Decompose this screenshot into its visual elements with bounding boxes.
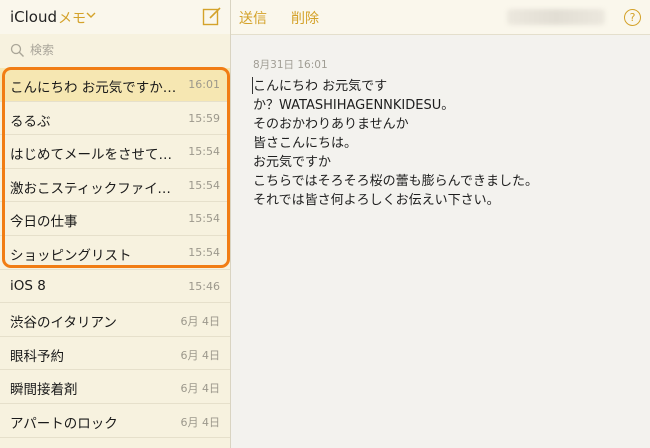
- note-title: アパートのロック: [10, 415, 118, 432]
- note-title: 渋谷のイタリアン: [10, 315, 117, 332]
- note-body-line: それでは皆さ何よろしくお伝えい下さい。: [253, 193, 500, 208]
- chevron-down-icon[interactable]: [86, 10, 96, 20]
- list-item[interactable]: 瞬間接着剤 6月 4日: [0, 370, 230, 404]
- note-toolbar: 送信 削除 ?: [231, 0, 650, 35]
- note-date: 8月31日 16:01: [253, 59, 328, 71]
- note-title: 眼科予約: [10, 348, 64, 365]
- note-body-line: こちらではそろそろ桜の蕾も膨らんできました。: [253, 174, 538, 189]
- help-icon[interactable]: ?: [624, 9, 641, 26]
- note-body-line: 皆さこんにちは。: [253, 136, 358, 151]
- note-time: 15:54: [188, 245, 220, 259]
- list-item[interactable]: iOS 8 15:46: [0, 270, 230, 304]
- note-time: 15:59: [188, 111, 220, 125]
- list-item[interactable]: ショッピングリスト 15:54: [0, 236, 230, 270]
- note-title: はじめてメールをさせて頂…: [10, 147, 178, 164]
- search-icon: [10, 43, 24, 57]
- list-item[interactable]: はじめてメールをさせて頂… 15:54: [0, 135, 230, 169]
- note-body[interactable]: こんにちわ お元気です か？WATASHIHAGENNKIDESU。 そのおかわ…: [253, 77, 538, 210]
- app-switcher-label[interactable]: メモ: [58, 8, 86, 28]
- search-bar: [0, 34, 230, 66]
- note-body-line: そのおかわりありませんか: [253, 117, 409, 132]
- note-title: 瞬間接着剤: [10, 382, 78, 399]
- note-list: こんにちわ お元気ですか… 16:01 るるぶ 15:59 はじめてメールをさせ…: [0, 68, 230, 438]
- note-time: 6月 4日: [180, 382, 221, 396]
- list-item[interactable]: るるぶ 15:59: [0, 102, 230, 136]
- list-item[interactable]: こんにちわ お元気ですか… 16:01: [0, 68, 230, 102]
- note-body-line: こんにちわ お元気です: [253, 79, 388, 94]
- note-time: 15:54: [188, 145, 220, 159]
- sidebar-header: iCloud メモ: [0, 0, 230, 35]
- note-time: 6月 4日: [180, 315, 221, 329]
- note-time: 15:54: [188, 212, 220, 226]
- note-time: 6月 4日: [180, 348, 221, 362]
- sidebar: iCloud メモ こんにちわ お元気ですか… 16:01 るるぶ 15:59 …: [0, 0, 231, 448]
- note-title: 今日の仕事: [10, 214, 78, 231]
- note-time: 16:01: [188, 78, 220, 91]
- blurred-account-name: [507, 9, 605, 25]
- list-item[interactable]: 渋谷のイタリアン 6月 4日: [0, 303, 230, 337]
- send-button[interactable]: 送信: [239, 8, 267, 28]
- list-item[interactable]: 激おこスティックファイナリア… 15:54: [0, 169, 230, 203]
- note-editor[interactable]: 8月31日 16:01 こんにちわ お元気です か？WATASHIHAGENNK…: [231, 35, 650, 448]
- list-item[interactable]: 眼科予約 6月 4日: [0, 337, 230, 371]
- note-time: 15:46: [188, 279, 220, 293]
- note-body-line: か？WATASHIHAGENNKIDESU。: [253, 98, 455, 113]
- list-item[interactable]: アパートのロック 6月 4日: [0, 404, 230, 438]
- note-title: ショッピングリスト: [10, 247, 132, 264]
- compose-icon[interactable]: [202, 6, 222, 26]
- delete-button[interactable]: 削除: [291, 8, 319, 28]
- app-title: iCloud: [10, 8, 58, 26]
- search-input[interactable]: [30, 41, 210, 59]
- note-time: 6月 4日: [180, 415, 221, 429]
- note-title: iOS 8: [10, 277, 46, 294]
- note-body-line: お元気ですか: [253, 155, 332, 170]
- list-item[interactable]: 今日の仕事 15:54: [0, 202, 230, 236]
- note-title: るるぶ: [10, 113, 51, 130]
- note-title: 激おこスティックファイナリア…: [10, 180, 178, 197]
- note-title: こんにちわ お元気ですか…: [10, 80, 177, 96]
- note-time: 15:54: [188, 178, 220, 192]
